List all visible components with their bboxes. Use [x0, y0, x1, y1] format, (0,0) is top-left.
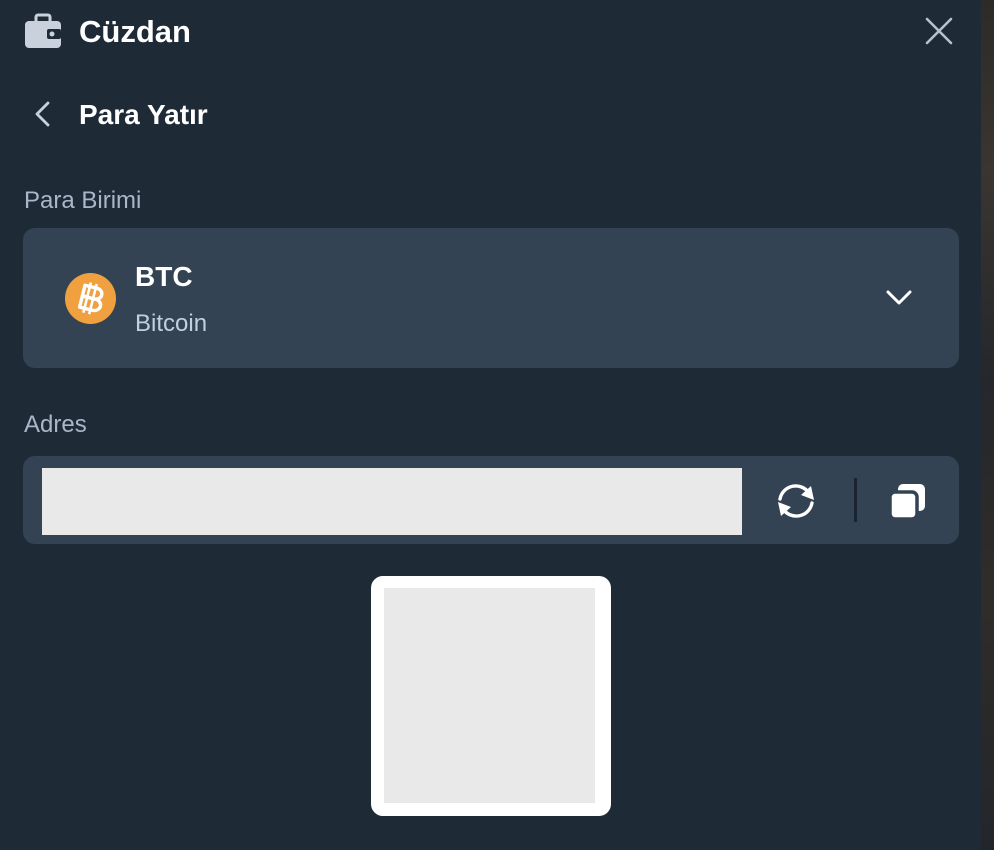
chevron-left-icon[interactable]	[30, 97, 58, 131]
address-label: Adres	[24, 411, 87, 438]
qr-code	[384, 588, 595, 803]
wallet-panel: Cüzdan Para Yatır Para Birimi BTC Bitcoi…	[0, 0, 981, 850]
refresh-icon[interactable]	[770, 478, 822, 524]
toolbar-divider	[854, 478, 857, 522]
currency-dropdown[interactable]: BTC Bitcoin	[23, 228, 959, 368]
currency-name: Bitcoin	[135, 310, 208, 337]
panel-header: Cüzdan	[0, 0, 981, 64]
background-edge	[981, 0, 994, 850]
address-field[interactable]	[42, 468, 742, 535]
wallet-icon	[24, 13, 62, 49]
page-title: Para Yatır	[79, 99, 208, 130]
address-box	[23, 456, 959, 544]
chevron-down-icon	[883, 283, 915, 313]
copy-icon[interactable]	[885, 478, 931, 524]
bitcoin-icon	[65, 273, 116, 324]
currency-code: BTC	[135, 261, 193, 292]
app-title: Cüzdan	[79, 14, 191, 49]
close-icon[interactable]	[920, 12, 958, 50]
currency-label: Para Birimi	[24, 187, 142, 214]
qr-code-frame	[371, 576, 611, 816]
